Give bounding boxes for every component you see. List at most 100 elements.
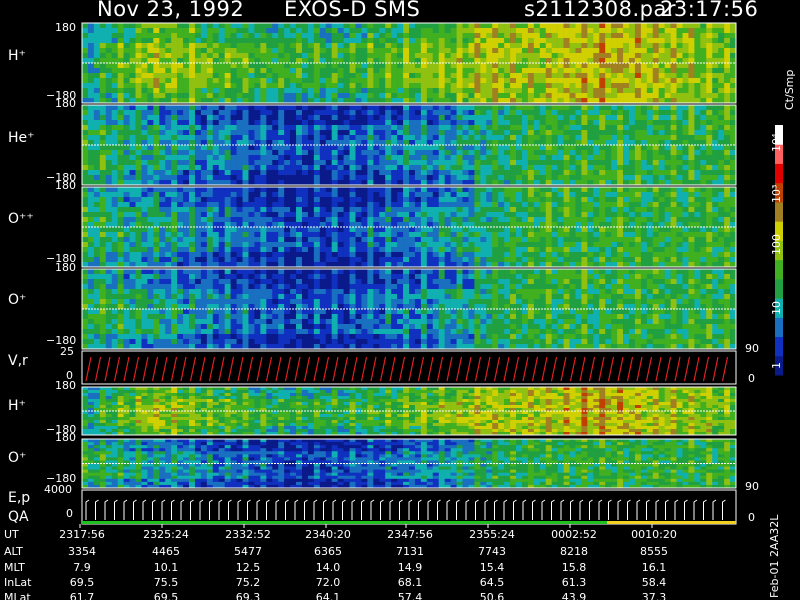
heatmap-cell: [236, 202, 243, 208]
heatmap-cell: [712, 63, 719, 69]
heatmap-cell: [177, 247, 184, 253]
heatmap-cell: [194, 247, 202, 253]
heatmap-cell: [331, 150, 338, 156]
heatmap-cell: [397, 237, 404, 243]
heatmap-cell: [468, 217, 475, 223]
heatmap-cell: [165, 115, 172, 121]
heatmap-cell: [623, 187, 630, 193]
heatmap-cell: [254, 155, 261, 161]
heatmap-cell: [111, 160, 118, 166]
heatmap-cell: [307, 28, 315, 34]
heatmap-cell: [444, 207, 451, 213]
heatmap-cell: [290, 217, 297, 223]
heatmap-cell: [510, 257, 517, 263]
heatmap-cell: [480, 125, 487, 131]
heatmap-cell: [230, 257, 237, 263]
heatmap-cell: [224, 48, 231, 54]
heatmap-cell: [545, 247, 552, 253]
heatmap-cell: [117, 83, 124, 89]
heatmap-cell: [379, 257, 386, 263]
heatmap-cell: [87, 115, 95, 121]
heatmap-cell: [189, 48, 196, 54]
heatmap-cell: [480, 78, 487, 84]
heatmap-cell: [319, 53, 327, 59]
heatmap-cell: [563, 202, 570, 208]
heatmap-cell: [426, 78, 434, 84]
heatmap-cell: [319, 110, 327, 116]
heatmap-cell: [521, 192, 529, 198]
heatmap-cell: [123, 28, 130, 34]
heatmap-cell: [290, 88, 297, 94]
heatmap-cell: [147, 28, 154, 34]
heatmap-cell: [373, 43, 380, 49]
heatmap-cell: [718, 73, 725, 79]
heatmap-cell: [587, 217, 594, 223]
heatmap-cell: [177, 88, 184, 94]
heatmap-cell: [99, 38, 107, 44]
heatmap-cell: [165, 187, 172, 193]
heatmap-cell: [730, 120, 737, 126]
heatmap-cell: [498, 237, 505, 243]
heatmap-cell: [628, 63, 636, 69]
heatmap-cell: [177, 115, 184, 121]
heatmap-cell: [599, 38, 606, 44]
heatmap-cell: [367, 105, 374, 111]
heatmap-cell: [171, 68, 178, 74]
heatmap-cell: [563, 242, 570, 248]
heatmap-cell: [165, 23, 172, 29]
heatmap-cell: [521, 247, 529, 253]
heatmap-cell: [563, 155, 570, 161]
heatmap-cell: [533, 257, 541, 263]
heatmap-cell: [111, 217, 118, 223]
heatmap-cell: [230, 175, 237, 181]
heatmap-cell: [194, 73, 202, 79]
heatmap-cell: [504, 78, 511, 84]
heatmap-cell: [355, 175, 362, 181]
heatmap-cell: [212, 257, 220, 263]
heatmap-cell: [189, 78, 196, 84]
heatmap-cell: [183, 155, 190, 161]
heatmap-cell: [414, 232, 422, 238]
heatmap-cell: [129, 227, 136, 233]
heatmap-cell: [349, 115, 356, 121]
heatmap-cell: [539, 175, 547, 181]
heatmap-cell: [391, 48, 398, 54]
heatmap-cell: [266, 187, 273, 193]
heatmap-cell: [373, 78, 380, 84]
heatmap-cell: [682, 125, 689, 131]
heatmap-cell: [474, 135, 481, 141]
heatmap-cell: [82, 78, 89, 84]
heatmap-cell: [533, 175, 541, 181]
heatmap-cell: [343, 88, 350, 94]
heatmap-cell: [557, 130, 564, 136]
heatmap-cell: [510, 28, 517, 34]
heatmap-cell: [254, 160, 261, 166]
heatmap-cell: [634, 105, 642, 111]
heatmap-cell: [153, 115, 160, 121]
heatmap-cell: [569, 33, 576, 39]
heatmap-cell: [284, 43, 291, 49]
heatmap-cell: [200, 33, 208, 39]
heatmap-cell: [492, 150, 499, 156]
heatmap-cell: [325, 43, 333, 49]
heatmap-cell: [147, 130, 154, 136]
heatmap-cell: [284, 68, 291, 74]
heatmap-cell: [605, 135, 612, 141]
heatmap-cell: [718, 48, 725, 54]
heatmap-cell: [504, 93, 511, 99]
heatmap-cell: [688, 160, 695, 166]
heatmap-cell: [379, 197, 386, 203]
heatmap-cell: [212, 83, 220, 89]
heatmap-cell: [504, 73, 511, 79]
heatmap-cell: [82, 160, 89, 166]
heatmap-cell: [432, 120, 440, 126]
heatmap-cell: [498, 212, 505, 218]
heatmap-cell: [420, 83, 428, 89]
heatmap-cell: [409, 232, 416, 238]
heatmap-cell: [385, 48, 392, 54]
heatmap-cell: [474, 28, 481, 34]
heatmap-cell: [248, 242, 255, 248]
heatmap-cell: [551, 217, 558, 223]
heatmap-cell: [569, 145, 576, 151]
heatmap-cell: [480, 110, 487, 116]
